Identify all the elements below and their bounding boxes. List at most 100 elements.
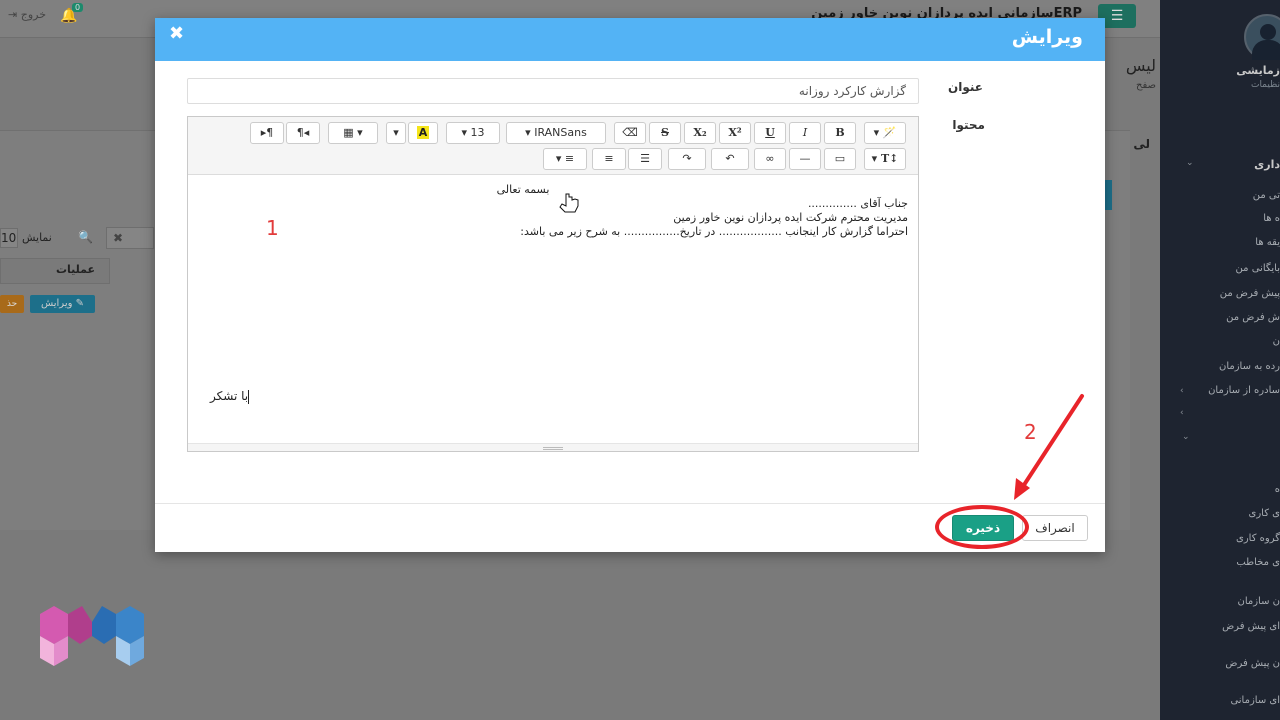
editor-resize-handle[interactable] <box>188 443 918 451</box>
brand-logo <box>40 606 144 666</box>
user-settings-link[interactable]: نظیمات <box>1251 80 1280 90</box>
sidebar-item-9[interactable]: سادره از سازمان <box>1208 385 1280 396</box>
sidebar-item-5[interactable]: پیش فرض من <box>1220 288 1280 299</box>
chevron-down-icon[interactable]: ⌄ <box>1186 158 1194 168</box>
chevron-left-icon-2[interactable]: ‹ <box>1180 408 1184 418</box>
sidebar-item-1[interactable]: تی من <box>1253 190 1280 201</box>
sidebar-item-0[interactable]: داری <box>1254 158 1280 171</box>
modal-footer-divider <box>155 503 1105 504</box>
editor-line-report: احتراما گزارش کار اینجانب ..............… <box>520 225 908 238</box>
unordered-list-button[interactable]: ☰ <box>628 148 662 170</box>
sidebar-item-3[interactable]: یقه ها <box>1255 237 1280 248</box>
sidebar-item-4[interactable]: بایگانی من <box>1236 263 1280 274</box>
sidebar-item-15[interactable]: ای پیش فرض <box>1222 621 1280 632</box>
horizontal-rule-button[interactable]: — <box>789 148 821 170</box>
link-icon: ∞ <box>765 152 775 165</box>
sidebar-item-2[interactable]: ه ها <box>1263 213 1280 224</box>
page-title: لیس <box>1125 56 1156 75</box>
ltr-button[interactable]: ▸¶ <box>250 122 284 144</box>
editor-line-company: مدیریت محترم شرکت ایده پردازان نوین خاور… <box>673 211 908 224</box>
magic-wand-icon: 🪄 <box>882 126 897 139</box>
hamburger-icon: ☰ <box>1110 8 1124 24</box>
subscript-button[interactable]: X₂ <box>684 122 716 144</box>
row-delete-button[interactable]: حذ <box>0 295 24 313</box>
sidebar-item-10[interactable]: ه <box>1275 484 1280 495</box>
close-icon[interactable]: ✖ <box>169 23 184 44</box>
undo-button[interactable]: ↶ <box>711 148 749 170</box>
redo-button[interactable]: ↷ <box>668 148 706 170</box>
avatar-body <box>1252 40 1280 60</box>
annotation-marker-2: 2 <box>1024 420 1037 444</box>
panel-header: لی <box>1133 137 1150 151</box>
table-button[interactable]: ▦ ▾ <box>328 122 378 144</box>
sidebar-item-16[interactable]: ن پیش فرض <box>1225 658 1280 669</box>
horizontal-rule-icon: — <box>799 152 811 165</box>
search-input[interactable]: ✖ <box>106 227 154 249</box>
chevron-down-icon-2[interactable]: ⌄ <box>1182 432 1190 442</box>
logout-label: خروج <box>20 8 47 21</box>
sidebar-item-6[interactable]: ش فرض من <box>1226 312 1280 323</box>
eraser-button[interactable]: ⌫ <box>614 122 646 144</box>
avatar[interactable] <box>1244 14 1280 60</box>
row-edit-button[interactable]: ✎ ویرایش <box>30 295 95 313</box>
sidebar-item-12[interactable]: گروه کاری <box>1236 533 1280 544</box>
rtl-button[interactable]: ¶◂ <box>286 122 320 144</box>
annotation-marker-1: 1 <box>266 216 279 240</box>
annotation-ellipse <box>935 505 1029 549</box>
title-input[interactable] <box>187 78 919 104</box>
align-button[interactable]: ▾ ≡ <box>543 148 587 170</box>
sidebar-item-13[interactable]: ی مخاطب <box>1236 557 1280 568</box>
sidebar-item-14[interactable]: ن سازمان <box>1237 596 1280 607</box>
paragraph-ltr-icon: ▸¶ <box>260 126 274 139</box>
magic-wand-button[interactable]: ▾ 🪄 <box>864 122 906 144</box>
unordered-list-icon: ☰ <box>640 152 650 165</box>
color-dropdown-button[interactable]: ▾ <box>386 122 406 144</box>
clear-icon[interactable]: ✖ <box>113 231 123 245</box>
editor-line-closing: با تشکر <box>210 389 250 404</box>
eraser-icon: ⌫ <box>622 126 638 139</box>
search-icon[interactable]: 🔍 <box>78 230 93 244</box>
link-button[interactable]: ∞ <box>754 148 786 170</box>
ordered-list-button[interactable]: ≡ <box>592 148 626 170</box>
font-family-value: IRANSans <box>534 126 587 139</box>
show-label: نمایش <box>22 231 52 244</box>
redo-icon: ↷ <box>682 152 692 165</box>
chevron-left-icon[interactable]: ‹ <box>1180 386 1184 396</box>
sidebar-item-8[interactable]: رده به سازمان <box>1219 361 1280 372</box>
underline-button[interactable]: U <box>754 122 786 144</box>
chevron-down-icon: ▾ <box>393 126 399 139</box>
font-family-select[interactable]: ▾ IRANSans <box>506 122 606 144</box>
ordered-list-icon: ≡ <box>604 152 614 165</box>
picture-button[interactable]: ▭ <box>824 148 856 170</box>
highlight-icon: A <box>416 126 430 139</box>
cancel-button[interactable]: انصراف <box>1022 515 1088 541</box>
align-icon: ≡ <box>564 152 575 165</box>
logout-icon: ⇥ <box>8 8 18 21</box>
closing-text: با تشکر <box>210 389 249 403</box>
sidebar-item-7[interactable]: ن <box>1273 336 1280 347</box>
superscript-button[interactable]: X² <box>719 122 751 144</box>
modal-header: ویرایش ✖ <box>155 18 1105 61</box>
picture-icon: ▭ <box>834 152 846 165</box>
notification-badge: 0 <box>72 3 84 12</box>
rich-text-editor: ▾ 🪄 B I U X² X₂ S ⌫ ▾ IRANSans ▾ 13 A ▾ … <box>187 116 919 452</box>
highlight-color-button[interactable]: A <box>408 122 438 144</box>
resize-grip-icon <box>543 447 563 450</box>
editor-content[interactable]: بسمه تعالی جناب آقای .............. مدیر… <box>188 175 918 443</box>
sidebar-item-11[interactable]: ی کاری <box>1249 508 1280 519</box>
sidebar-item-17[interactable]: ای سازمانی <box>1230 695 1280 706</box>
bold-button[interactable]: B <box>824 122 856 144</box>
page-size-select[interactable]: 10 <box>0 228 18 248</box>
text-caret <box>248 389 250 404</box>
editor-line-recipient: جناب آقای .............. <box>807 197 908 210</box>
title-label: عنوان <box>948 80 983 94</box>
paragraph-rtl-icon: ¶◂ <box>296 126 310 139</box>
italic-button[interactable]: I <box>789 122 821 144</box>
row-edit-label: ویرایش <box>40 298 73 309</box>
logout-link[interactable]: ⇥ خروج <box>8 8 46 21</box>
user-name: زمایشی <box>1236 64 1280 77</box>
page-subtitle: صفح <box>1135 80 1156 91</box>
strikethrough-button[interactable]: S <box>649 122 681 144</box>
font-size-select[interactable]: ▾ 13 <box>446 122 500 144</box>
text-height-button[interactable]: ▾ T↕ <box>864 148 906 170</box>
